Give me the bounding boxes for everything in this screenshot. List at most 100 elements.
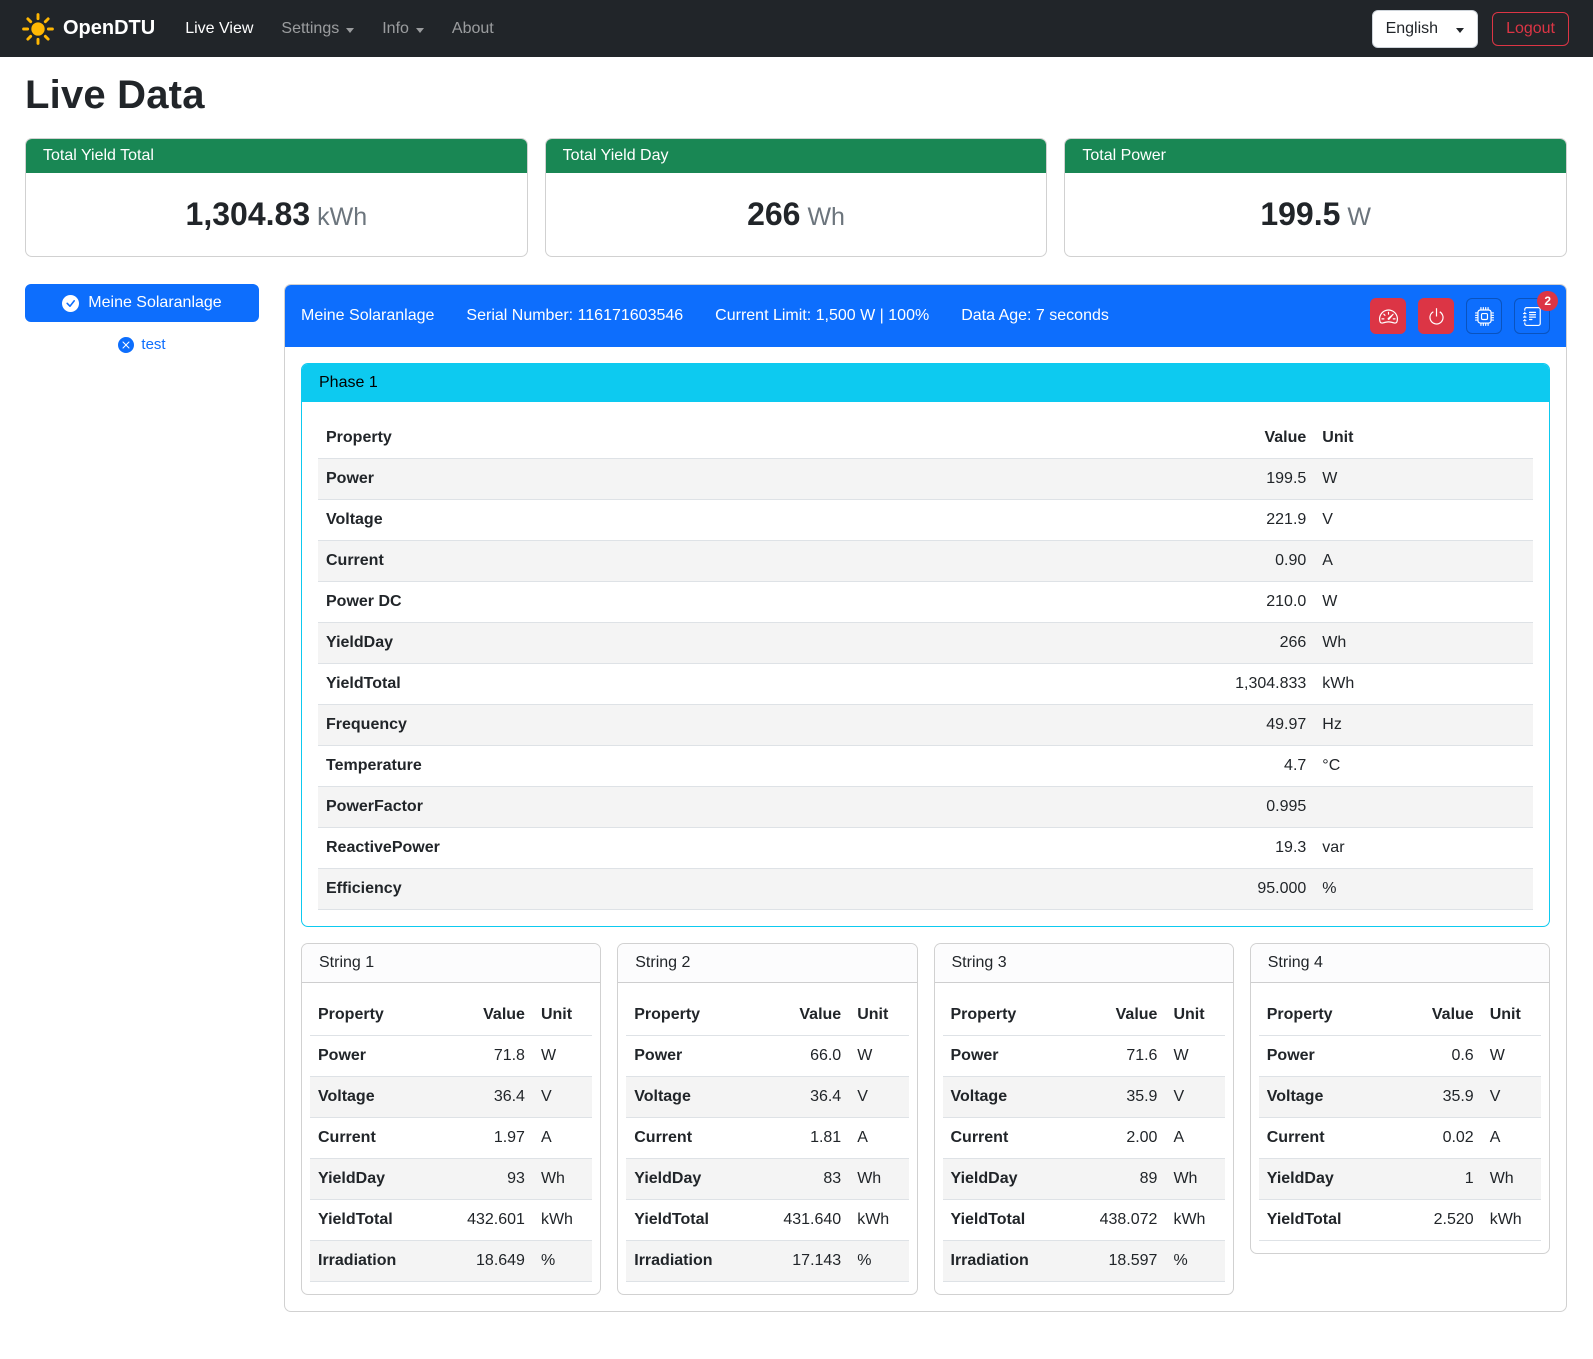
card-total-power: Total Power 199.5W — [1064, 138, 1567, 257]
cell-value: 89 — [1078, 1159, 1165, 1200]
nav-item-label: Info — [382, 20, 409, 38]
table-row: YieldDay83Wh — [626, 1159, 908, 1200]
page-title: Live Data — [25, 73, 1567, 118]
string-card-title: String 2 — [618, 944, 916, 983]
check-circle-icon — [62, 295, 79, 312]
cell-property: Irradiation — [943, 1241, 1078, 1282]
card-body: 199.5W — [1065, 173, 1566, 256]
table-row: Voltage221.9V — [318, 500, 1533, 541]
nav-item-about[interactable]: About — [438, 11, 508, 47]
table-header-row: Property Value Unit — [626, 995, 908, 1036]
event-count-badge: 2 — [1537, 291, 1558, 311]
limit-settings-button[interactable] — [1370, 298, 1406, 334]
cell-unit: A — [1314, 541, 1533, 582]
language-select[interactable]: English — [1372, 10, 1478, 48]
card-total-yield-day: Total Yield Day 266Wh — [545, 138, 1048, 257]
cell-unit: Wh — [1482, 1159, 1541, 1200]
string-card-title: String 1 — [302, 944, 600, 983]
cell-value: 95.000 — [1193, 869, 1315, 910]
cell-value: 83 — [762, 1159, 849, 1200]
string-3-card: String 3 Property Value Unit — [934, 943, 1234, 1295]
event-log-button[interactable]: 2 — [1514, 298, 1550, 334]
x-circle-icon — [118, 337, 134, 353]
cell-value: 66.0 — [762, 1036, 849, 1077]
cell-property: YieldDay — [310, 1159, 445, 1200]
string-card-body: Property Value Unit Power71.8W Voltage36… — [302, 983, 600, 1294]
chevron-down-icon — [346, 28, 354, 33]
cell-property: YieldDay — [1259, 1159, 1394, 1200]
cell-unit: % — [1165, 1241, 1224, 1282]
cell-unit: W — [1165, 1036, 1224, 1077]
string-card-title: String 4 — [1251, 944, 1549, 983]
speedometer-icon — [1379, 307, 1398, 326]
table-row: Voltage35.9V — [943, 1077, 1225, 1118]
phase-card-title: Phase 1 — [302, 364, 1549, 402]
brand[interactable]: OpenDTU — [14, 13, 163, 45]
cell-value: 18.597 — [1078, 1241, 1165, 1282]
cell-value: 0.02 — [1394, 1118, 1481, 1159]
cell-value: 0.6 — [1394, 1036, 1481, 1077]
table-row: Voltage36.4V — [310, 1077, 592, 1118]
cell-value: 199.5 — [1193, 459, 1315, 500]
inverter-data-age: Data Age: 7 seconds — [961, 307, 1109, 325]
col-header-unit: Unit — [1314, 418, 1533, 459]
inverter-selector: Meine Solaranlage test — [25, 284, 259, 353]
col-header-unit: Unit — [1482, 995, 1541, 1036]
total-yield-day-value: 266 — [747, 196, 800, 232]
cell-value: 438.072 — [1078, 1200, 1165, 1241]
cell-property: Irradiation — [310, 1241, 445, 1282]
logout-button[interactable]: Logout — [1492, 12, 1569, 46]
device-info-button[interactable] — [1466, 298, 1502, 334]
string-4-table: Property Value Unit Power0.6W Voltage35.… — [1259, 995, 1541, 1241]
nav-links: Live View Settings Info About — [171, 11, 508, 47]
table-row: ReactivePower19.3var — [318, 828, 1533, 869]
table-row: Power71.8W — [310, 1036, 592, 1077]
cell-property: YieldDay — [318, 623, 1193, 664]
chevron-down-icon — [416, 28, 424, 33]
cell-property: YieldTotal — [318, 664, 1193, 705]
navbar-right: English Logout — [1372, 10, 1579, 48]
string-card-body: Property Value Unit Power0.6W Voltage35.… — [1251, 983, 1549, 1253]
total-yield-day-unit: Wh — [807, 203, 845, 231]
card-total-yield-total: Total Yield Total 1,304.83kWh — [25, 138, 528, 257]
inverter-button-active[interactable]: Meine Solaranlage — [25, 284, 259, 322]
table-row: YieldTotal1,304.833kWh — [318, 664, 1533, 705]
table-row: Current1.81A — [626, 1118, 908, 1159]
nav-item-live-view[interactable]: Live View — [171, 11, 267, 47]
cell-value: 210.0 — [1193, 582, 1315, 623]
cell-value: 71.6 — [1078, 1036, 1165, 1077]
cell-property: Efficiency — [318, 869, 1193, 910]
cell-value: 71.8 — [445, 1036, 532, 1077]
navbar: OpenDTU Live View Settings Info About En… — [0, 0, 1593, 57]
cell-property: YieldDay — [626, 1159, 761, 1200]
sun-logo-icon — [22, 13, 54, 45]
table-row: Voltage36.4V — [626, 1077, 908, 1118]
summary-cards-row: Total Yield Total 1,304.83kWh Total Yiel… — [25, 138, 1567, 257]
col-header-property: Property — [318, 418, 1193, 459]
nav-item-settings[interactable]: Settings — [267, 11, 368, 47]
cell-unit: Wh — [533, 1159, 592, 1200]
inverter-button-test[interactable]: test — [118, 336, 165, 353]
cell-unit: V — [533, 1077, 592, 1118]
table-row: YieldDay266Wh — [318, 623, 1533, 664]
cell-value: 35.9 — [1078, 1077, 1165, 1118]
nav-item-label: Live View — [185, 20, 253, 38]
table-row: Power0.6W — [1259, 1036, 1541, 1077]
cell-unit: % — [533, 1241, 592, 1282]
strings-row: String 1 Property Value Unit — [301, 943, 1550, 1295]
cell-value: 0.90 — [1193, 541, 1315, 582]
cell-property: Current — [626, 1118, 761, 1159]
inverter-limit: Current Limit: 1,500 W | 100% — [715, 307, 929, 325]
phase-card: Phase 1 Property Value Unit — [301, 363, 1550, 927]
cell-value: 221.9 — [1193, 500, 1315, 541]
inverter-link-label: test — [141, 336, 165, 353]
cell-property: ReactivePower — [318, 828, 1193, 869]
chevron-down-icon — [1456, 28, 1464, 33]
table-row: Irradiation18.649% — [310, 1241, 592, 1282]
cell-property: YieldTotal — [943, 1200, 1078, 1241]
power-toggle-button[interactable] — [1418, 298, 1454, 334]
inverter-actions: 2 — [1370, 298, 1550, 334]
table-row: YieldDay89Wh — [943, 1159, 1225, 1200]
nav-item-info[interactable]: Info — [368, 11, 438, 47]
cell-property: Power — [310, 1036, 445, 1077]
